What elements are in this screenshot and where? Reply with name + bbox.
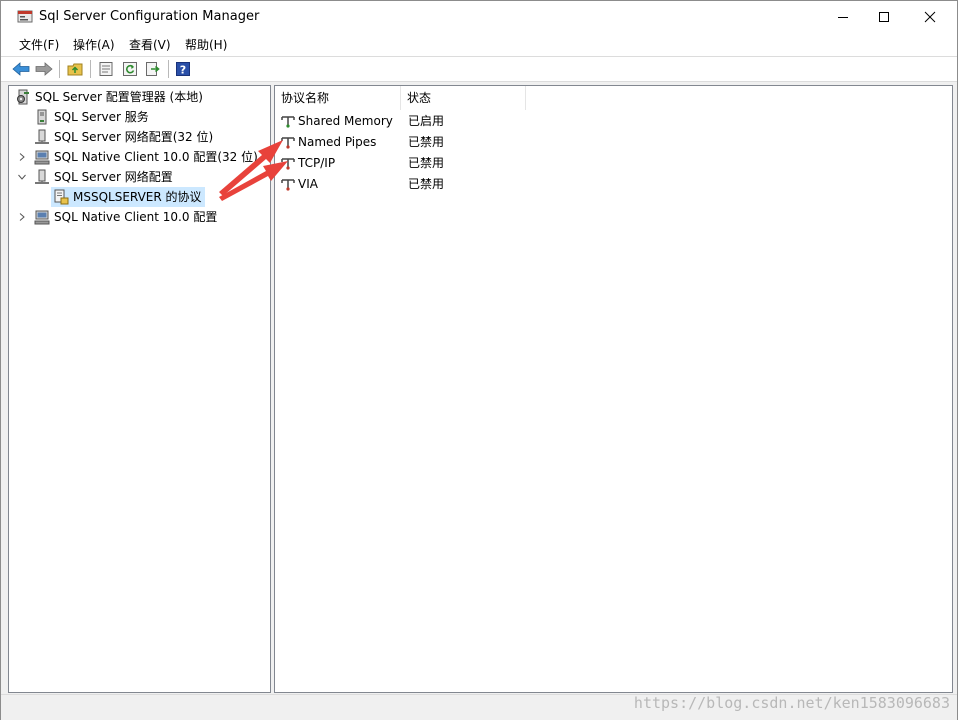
protocol-name: Shared Memory — [298, 114, 393, 128]
up-folder-button[interactable] — [66, 60, 84, 78]
tree-item-label: SQL Native Client 10.0 配置(32 位) — [54, 150, 258, 164]
tree-item-network-config-32[interactable]: SQL Server 网络配置(32 位) — [9, 127, 270, 147]
menu-bar: 文件(F) 操作(A) 查看(V) 帮助(H) — [1, 32, 957, 57]
forward-arrow-icon — [35, 62, 53, 76]
toolbar-separator — [168, 60, 169, 78]
maximize-button[interactable] — [861, 1, 907, 32]
tree-item-label: SQL Server 网络配置(32 位) — [54, 130, 214, 144]
client-icon — [34, 209, 50, 225]
chevron-right-icon[interactable] — [18, 153, 26, 161]
tree-item-label: SQL Native Client 10.0 配置 — [54, 210, 218, 224]
tree-pane[interactable]: SQL Server 配置管理器 (本地) SQL Server 服务 SQL … — [8, 85, 271, 693]
title-bar[interactable]: Sql Server Configuration Manager — [1, 1, 957, 32]
menu-help[interactable]: 帮助(H) — [185, 36, 227, 53]
export-icon — [146, 62, 160, 76]
minimize-button[interactable] — [820, 1, 866, 32]
protocol-status: 已启用 — [408, 114, 445, 128]
tree-item-mssqlserver-protocols[interactable]: MSSQLSERVER 的协议 — [9, 187, 270, 207]
toolbar-separator — [59, 60, 60, 78]
forward-button[interactable] — [35, 60, 53, 78]
tree-item-native-client-32[interactable]: SQL Native Client 10.0 配置(32 位) — [9, 147, 270, 167]
protocol-icon — [281, 116, 295, 128]
server-icon — [34, 109, 50, 125]
list-row[interactable]: TCP/IP 已禁用 — [275, 153, 575, 174]
network-config-icon — [34, 169, 50, 185]
protocol-icon — [281, 137, 295, 149]
up-folder-icon — [67, 63, 83, 76]
column-header-status[interactable]: 状态 — [401, 86, 526, 110]
app-window: Sql Server Configuration Manager 文件(F) 操… — [0, 0, 958, 720]
tree-root-label: SQL Server 配置管理器 (本地) — [35, 90, 203, 104]
close-icon — [924, 11, 936, 22]
back-button[interactable] — [12, 60, 30, 78]
svg-text:?: ? — [180, 64, 186, 77]
protocol-status: 已禁用 — [408, 156, 445, 170]
protocol-name: VIA — [298, 177, 318, 191]
config-manager-icon — [15, 89, 31, 105]
protocol-status: 已禁用 — [408, 177, 445, 191]
tree-item-native-client[interactable]: SQL Native Client 10.0 配置 — [9, 207, 270, 227]
list-pane[interactable]: 协议名称 状态 Shared Memory 已启用 Named Pipes 已禁… — [274, 85, 953, 693]
properties-button[interactable] — [97, 60, 115, 78]
help-button[interactable]: ? — [174, 60, 192, 78]
back-arrow-icon — [12, 62, 30, 76]
protocol-name: Named Pipes — [298, 135, 377, 149]
list-row[interactable]: Named Pipes 已禁用 — [275, 132, 575, 153]
tree-item-sql-server-services[interactable]: SQL Server 服务 — [9, 107, 270, 127]
protocol-status: 已禁用 — [408, 135, 445, 149]
chevron-right-icon[interactable] — [18, 213, 26, 221]
menu-action[interactable]: 操作(A) — [73, 36, 115, 53]
refresh-button[interactable] — [121, 60, 139, 78]
protocols-icon — [53, 189, 69, 205]
properties-icon — [99, 62, 113, 76]
tree-root[interactable]: SQL Server 配置管理器 (本地) — [9, 87, 270, 107]
maximize-icon — [879, 11, 889, 22]
close-button[interactable] — [907, 1, 953, 32]
tree-item-label: MSSQLSERVER 的协议 — [73, 190, 202, 204]
protocol-icon — [281, 158, 295, 170]
network-config-icon — [34, 129, 50, 145]
chevron-down-icon[interactable] — [18, 173, 26, 181]
watermark: https://blog.csdn.net/ken1583096683 — [633, 694, 950, 712]
column-header-protocol-name[interactable]: 协议名称 — [275, 86, 401, 110]
list-row[interactable]: Shared Memory 已启用 — [275, 111, 575, 132]
toolbar-separator — [90, 60, 91, 78]
protocol-icon — [281, 179, 295, 191]
window-title: Sql Server Configuration Manager — [39, 9, 260, 24]
tree-item-label: SQL Server 网络配置 — [54, 170, 173, 184]
help-icon: ? — [176, 62, 190, 77]
tree-item-network-config[interactable]: SQL Server 网络配置 — [9, 167, 270, 187]
protocol-name: TCP/IP — [298, 156, 336, 170]
toolbar: ? — [1, 57, 957, 82]
menu-view[interactable]: 查看(V) — [129, 36, 171, 53]
list-row[interactable]: VIA 已禁用 — [275, 174, 575, 195]
app-icon — [17, 8, 33, 24]
menu-file[interactable]: 文件(F) — [19, 36, 59, 53]
refresh-icon — [123, 62, 137, 76]
client-icon — [34, 149, 50, 165]
export-button[interactable] — [144, 60, 162, 78]
tree-item-label: SQL Server 服务 — [54, 110, 149, 124]
minimize-icon — [838, 16, 848, 18]
